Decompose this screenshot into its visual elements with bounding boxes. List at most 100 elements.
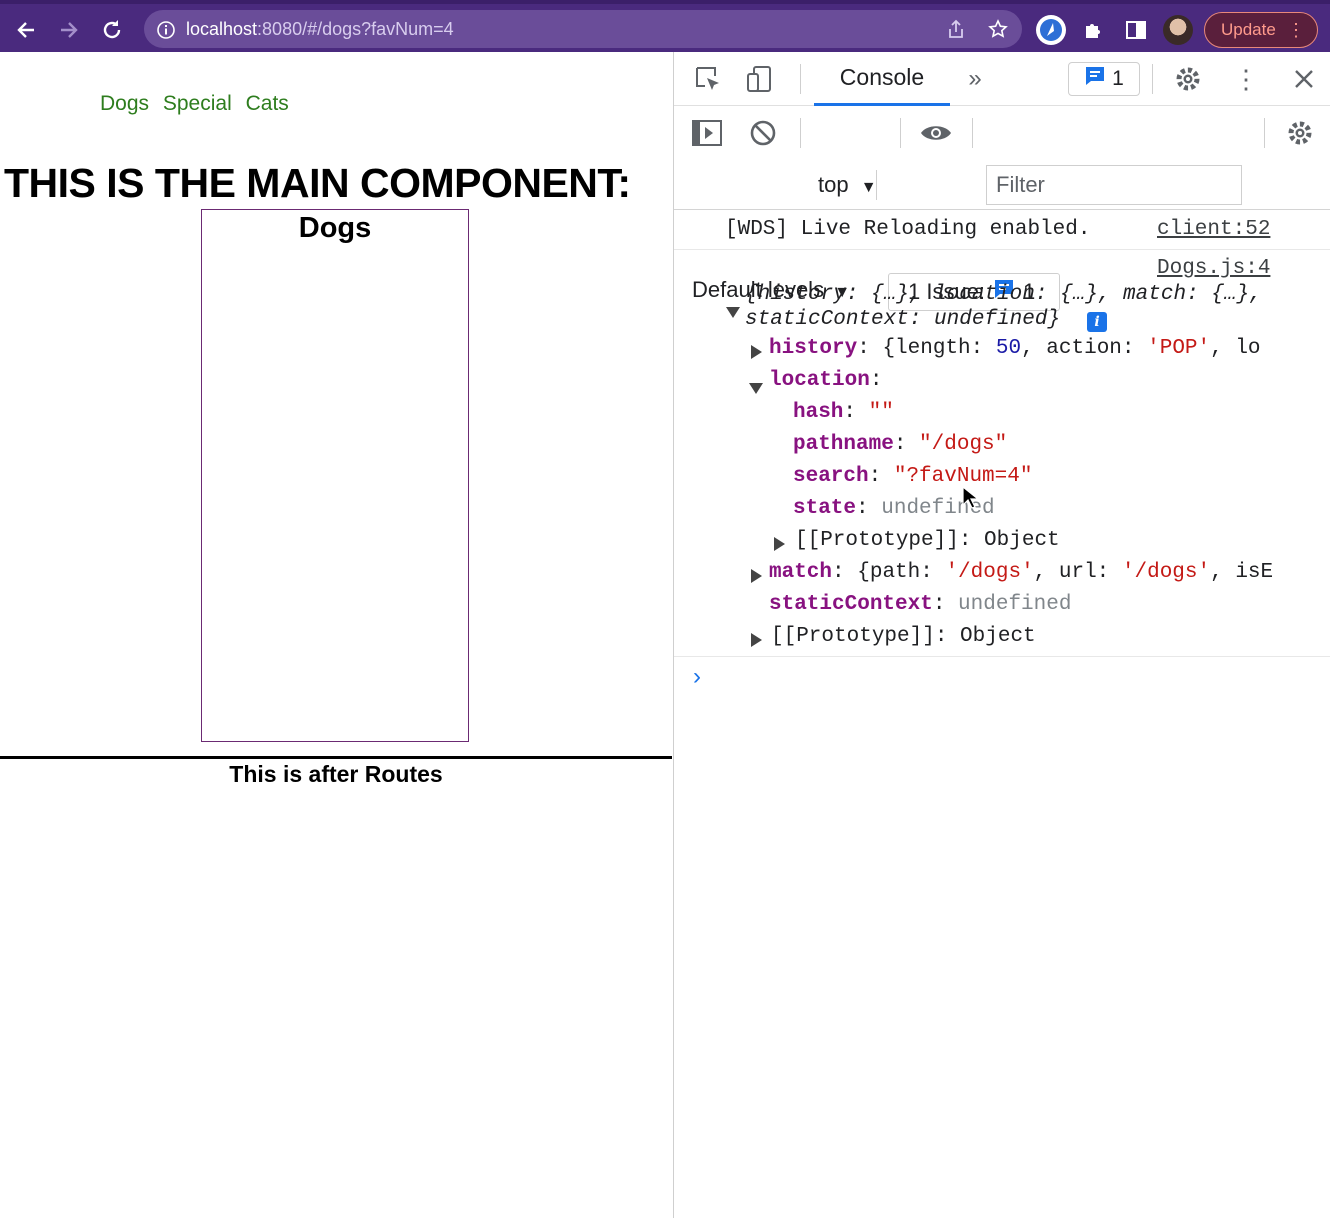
hash-entry: hash: ""	[793, 401, 894, 424]
separator	[1152, 64, 1153, 94]
browser-toolbar: localhost:8080/#/dogs?favNum=4 Update ⋮	[0, 0, 1330, 52]
separator	[900, 118, 901, 148]
mouse-cursor-icon	[962, 485, 980, 515]
search-key: search	[793, 465, 869, 488]
console-prompt[interactable]: ›	[674, 656, 1330, 700]
kebab-icon[interactable]: ⋮	[1230, 63, 1262, 95]
static-context-key: staticContext	[769, 593, 933, 616]
state-key: state	[793, 497, 857, 520]
pathname-key: pathname	[793, 433, 894, 456]
search-value: "?favNum=4"	[893, 465, 1033, 488]
expand-triangle-icon[interactable]	[751, 343, 762, 366]
separator	[800, 118, 801, 148]
history-key: history	[769, 337, 858, 360]
hash-value: ""	[868, 401, 894, 424]
prototype-value: Object	[984, 529, 1060, 552]
share-icon[interactable]	[946, 19, 966, 39]
separator	[972, 118, 973, 148]
match-val-1: {path:	[857, 561, 946, 584]
static-context-entry: staticContext: undefined	[769, 593, 1072, 616]
inspect-icon[interactable]	[692, 64, 724, 94]
search-entry: search: "?favNum=4"	[793, 465, 1033, 488]
url-text[interactable]: localhost:8080/#/dogs?favNum=4	[186, 19, 454, 40]
gear-icon[interactable]	[1172, 63, 1204, 95]
nav-link-dogs[interactable]: Dogs	[100, 92, 149, 115]
eye-icon[interactable]	[918, 118, 954, 148]
url-host: localhost	[186, 19, 258, 39]
log-summary-line1[interactable]: {history: {…}, location: {…}, match: {…}…	[745, 283, 1262, 306]
location-entry[interactable]: location:	[769, 369, 882, 392]
update-button-label: Update	[1221, 20, 1276, 39]
messages-count: 1	[1112, 67, 1124, 90]
prompt-chevron-icon: ›	[693, 663, 701, 690]
source-link-dogs[interactable]: Dogs.js:4	[1157, 257, 1270, 280]
reload-icon[interactable]	[96, 14, 128, 46]
back-arrow-icon[interactable]	[10, 14, 42, 46]
url-path: :8080/#/dogs?favNum=4	[257, 19, 454, 39]
separator	[800, 64, 801, 94]
prototype-value: Object	[960, 625, 1036, 648]
close-icon[interactable]	[1288, 63, 1320, 95]
info-badge-icon: i	[1087, 310, 1107, 333]
prototype-key: [[Prototype]]	[771, 625, 935, 648]
expand-triangle-icon[interactable]	[774, 535, 785, 558]
address-bar[interactable]: localhost:8080/#/dogs?favNum=4	[144, 10, 1022, 48]
console-toolbar: top ▼	[674, 106, 1330, 205]
history-val-2: , action:	[1021, 337, 1148, 360]
device-toolbar-icon[interactable]	[744, 64, 776, 94]
match-url: '/dogs'	[1121, 561, 1211, 584]
messages-badge[interactable]: 1	[1068, 62, 1140, 96]
hash-key: hash	[793, 401, 844, 424]
match-key: match	[769, 561, 833, 584]
log-summary-line2[interactable]: staticContext: undefined}	[745, 308, 1060, 331]
expand-triangle-icon[interactable]	[751, 567, 762, 590]
location-prototype-entry[interactable]: [[Prototype]]: Object	[795, 529, 1060, 552]
nav-link-cats[interactable]: Cats	[246, 92, 289, 115]
prototype-entry[interactable]: [[Prototype]]: Object	[771, 625, 1036, 648]
more-tabs-icon[interactable]: »	[962, 65, 988, 92]
history-val-3: , lo	[1210, 337, 1261, 360]
clear-icon[interactable]	[747, 117, 779, 149]
match-path: '/dogs'	[945, 561, 1034, 584]
pathname-value: "/dogs"	[919, 433, 1008, 456]
route-nav: Dogs Special Cats	[100, 92, 297, 116]
star-icon[interactable]	[988, 19, 1008, 39]
tab-console[interactable]: Console	[814, 52, 950, 106]
sidebar-toggle-icon[interactable]	[690, 117, 724, 149]
history-entry[interactable]: history: {length: 50, action: 'POP', lo	[769, 337, 1261, 360]
puzzle-icon[interactable]	[1078, 14, 1110, 46]
dogs-title: Dogs	[298, 212, 372, 244]
source-link-client[interactable]: client:52	[1157, 218, 1270, 241]
page-viewport: Dogs Special Cats THIS IS THE MAIN COMPO…	[0, 52, 672, 1218]
avatar[interactable]	[1163, 15, 1193, 45]
update-button[interactable]: Update ⋮	[1204, 12, 1318, 48]
match-entry[interactable]: match: {path: '/dogs', url: '/dogs', isE	[769, 561, 1273, 584]
static-context-value: undefined	[958, 593, 1072, 616]
info-icon[interactable]	[156, 20, 176, 45]
dogs-component-box: Dogs	[201, 209, 469, 742]
extension-icon[interactable]	[1035, 14, 1067, 46]
location-key: location	[769, 369, 870, 392]
match-val-3: , isE	[1210, 561, 1274, 584]
pathname-entry: pathname: "/dogs"	[793, 433, 1008, 456]
expand-triangle-icon[interactable]	[751, 631, 762, 654]
wds-message: [WDS] Live Reloading enabled.	[725, 218, 1091, 241]
sidebar-icon[interactable]	[1120, 14, 1152, 46]
expand-triangle-icon[interactable]	[749, 378, 763, 401]
separator	[1264, 118, 1265, 148]
main-heading: THIS IS THE MAIN COMPONENT:	[4, 160, 631, 206]
history-action: 'POP'	[1147, 337, 1211, 360]
console-message-wds: [WDS] Live Reloading enabled. client:52	[674, 210, 1330, 250]
devtools-tabbar: Console » 1 ⋮	[674, 52, 1330, 106]
after-routes-text: This is after Routes	[229, 761, 443, 787]
message-icon	[1084, 65, 1106, 93]
nav-link-special[interactable]: Special	[163, 92, 232, 115]
console-levels-bar: Default levels ▼ 1 Issue: 1	[674, 160, 1330, 311]
history-length: 50	[995, 337, 1022, 360]
gear-icon[interactable]	[1284, 117, 1316, 149]
match-val-2: , url:	[1033, 561, 1122, 584]
forward-arrow-icon[interactable]	[53, 14, 85, 46]
divider	[0, 756, 672, 759]
expand-triangle-icon[interactable]	[726, 302, 740, 325]
kebab-icon[interactable]: ⋮	[1287, 20, 1305, 40]
